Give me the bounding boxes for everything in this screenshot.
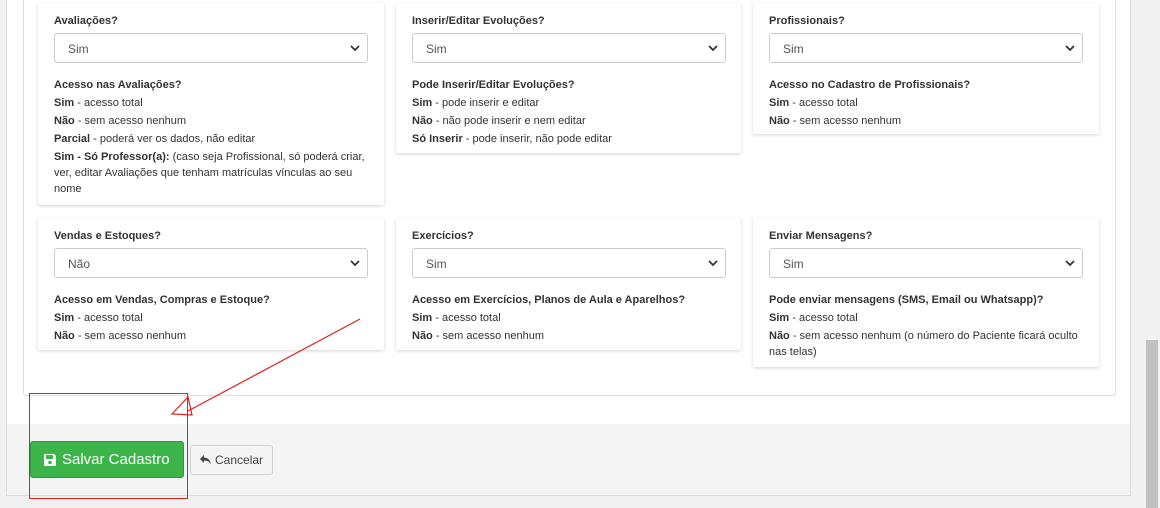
card-description: Pode enviar mensagens (SMS, Email ou Wha…	[769, 291, 1083, 360]
card-title: Vendas e Estoques?	[54, 230, 161, 242]
save-button-label: Salvar Cadastro	[62, 451, 170, 468]
chevron-down-icon	[708, 260, 718, 267]
chevron-down-icon	[1065, 45, 1075, 52]
description-line: Sim - acesso total	[769, 97, 858, 109]
card-avaliacoes: Avaliações? Sim Acesso nas Avaliações? S…	[38, 3, 384, 205]
card-title: Avaliações?	[54, 15, 118, 27]
card-title: Inserir/Editar Evoluções?	[412, 15, 545, 27]
select-value: Não	[68, 257, 91, 271]
description-heading: Acesso nas Avaliações?	[54, 79, 182, 91]
cancel-button[interactable]: Cancelar	[190, 445, 273, 475]
select-value: Sim	[783, 42, 804, 56]
description-line: Não - sem acesso nenhum	[54, 115, 187, 127]
description-line: Sim - pode inserir e editar	[412, 97, 540, 109]
description-line: Não - sem acesso nenhum	[412, 330, 545, 342]
description-line: Sim - acesso total	[412, 312, 501, 324]
card-description: Acesso em Exercícios, Planos de Aula e A…	[412, 291, 725, 345]
card-title: Exercícios?	[412, 230, 474, 242]
card-profissionais: Profissionais? Sim Acesso no Cadastro de…	[753, 3, 1099, 134]
card-description: Pode Inserir/Editar Evoluções? Sim - pod…	[412, 76, 725, 148]
description-heading: Pode Inserir/Editar Evoluções?	[412, 79, 575, 91]
description-heading: Acesso em Vendas, Compras e Estoque?	[54, 294, 270, 306]
description-line: Só Inserir - pode inserir, não pode edit…	[412, 133, 612, 145]
undo-arrow-icon	[200, 455, 211, 465]
description-line: Sim - acesso total	[54, 312, 143, 324]
vendas-select[interactable]: Não	[54, 248, 368, 278]
description-line: Não - sem acesso nenhum	[54, 330, 187, 342]
select-value: Sim	[783, 257, 804, 271]
description-heading: Acesso em Exercícios, Planos de Aula e A…	[412, 294, 686, 306]
description-heading: Acesso no Cadastro de Profissionais?	[769, 79, 971, 91]
avaliacoes-select[interactable]: Sim	[54, 33, 368, 63]
card-mensagens: Enviar Mensagens? Sim Pode enviar mensag…	[753, 218, 1099, 367]
description-heading: Pode enviar mensagens (SMS, Email ou Wha…	[769, 294, 1044, 306]
description-line: Sim - acesso total	[769, 312, 858, 324]
card-exercicios: Exercícios? Sim Acesso em Exercícios, Pl…	[396, 218, 741, 350]
save-button[interactable]: Salvar Cadastro	[30, 441, 184, 478]
description-line: Sim - acesso total	[54, 97, 143, 109]
description-line: Não - não pode inserir e nem editar	[412, 115, 586, 127]
profissionais-select[interactable]: Sim	[769, 33, 1083, 63]
card-title: Enviar Mensagens?	[769, 230, 873, 242]
select-value: Sim	[68, 42, 89, 56]
card-description: Acesso em Vendas, Compras e Estoque? Sim…	[54, 291, 368, 345]
chevron-down-icon	[708, 45, 718, 52]
mensagens-select[interactable]: Sim	[769, 248, 1083, 278]
description-line: Sim - Só Professor(a): (caso seja Profis…	[54, 151, 365, 195]
exercicios-select[interactable]: Sim	[412, 248, 726, 278]
card-vendas: Vendas e Estoques? Não Acesso em Vendas,…	[38, 218, 384, 350]
select-value: Sim	[426, 42, 447, 56]
description-line: Não - sem acesso nenhum	[769, 115, 902, 127]
select-value: Sim	[426, 257, 447, 271]
card-title: Profissionais?	[769, 15, 845, 27]
scrollbar-thumb[interactable]	[1146, 340, 1158, 508]
scrollbar[interactable]	[1144, 0, 1160, 508]
cancel-button-label: Cancelar	[215, 453, 264, 467]
card-description: Acesso no Cadastro de Profissionais? Sim…	[769, 76, 1083, 130]
description-line: Parcial - poderá ver os dados, não edita…	[54, 133, 256, 145]
description-line: Não - sem acesso nenhum (o número do Pac…	[769, 330, 1078, 358]
evolucoes-select[interactable]: Sim	[412, 33, 726, 63]
card-evolucoes: Inserir/Editar Evoluções? Sim Pode Inser…	[396, 3, 741, 153]
card-description: Acesso nas Avaliações? Sim - acesso tota…	[54, 76, 368, 197]
floppy-disk-icon	[44, 453, 56, 466]
chevron-down-icon	[350, 260, 360, 267]
chevron-down-icon	[350, 45, 360, 52]
chevron-down-icon	[1065, 260, 1075, 267]
